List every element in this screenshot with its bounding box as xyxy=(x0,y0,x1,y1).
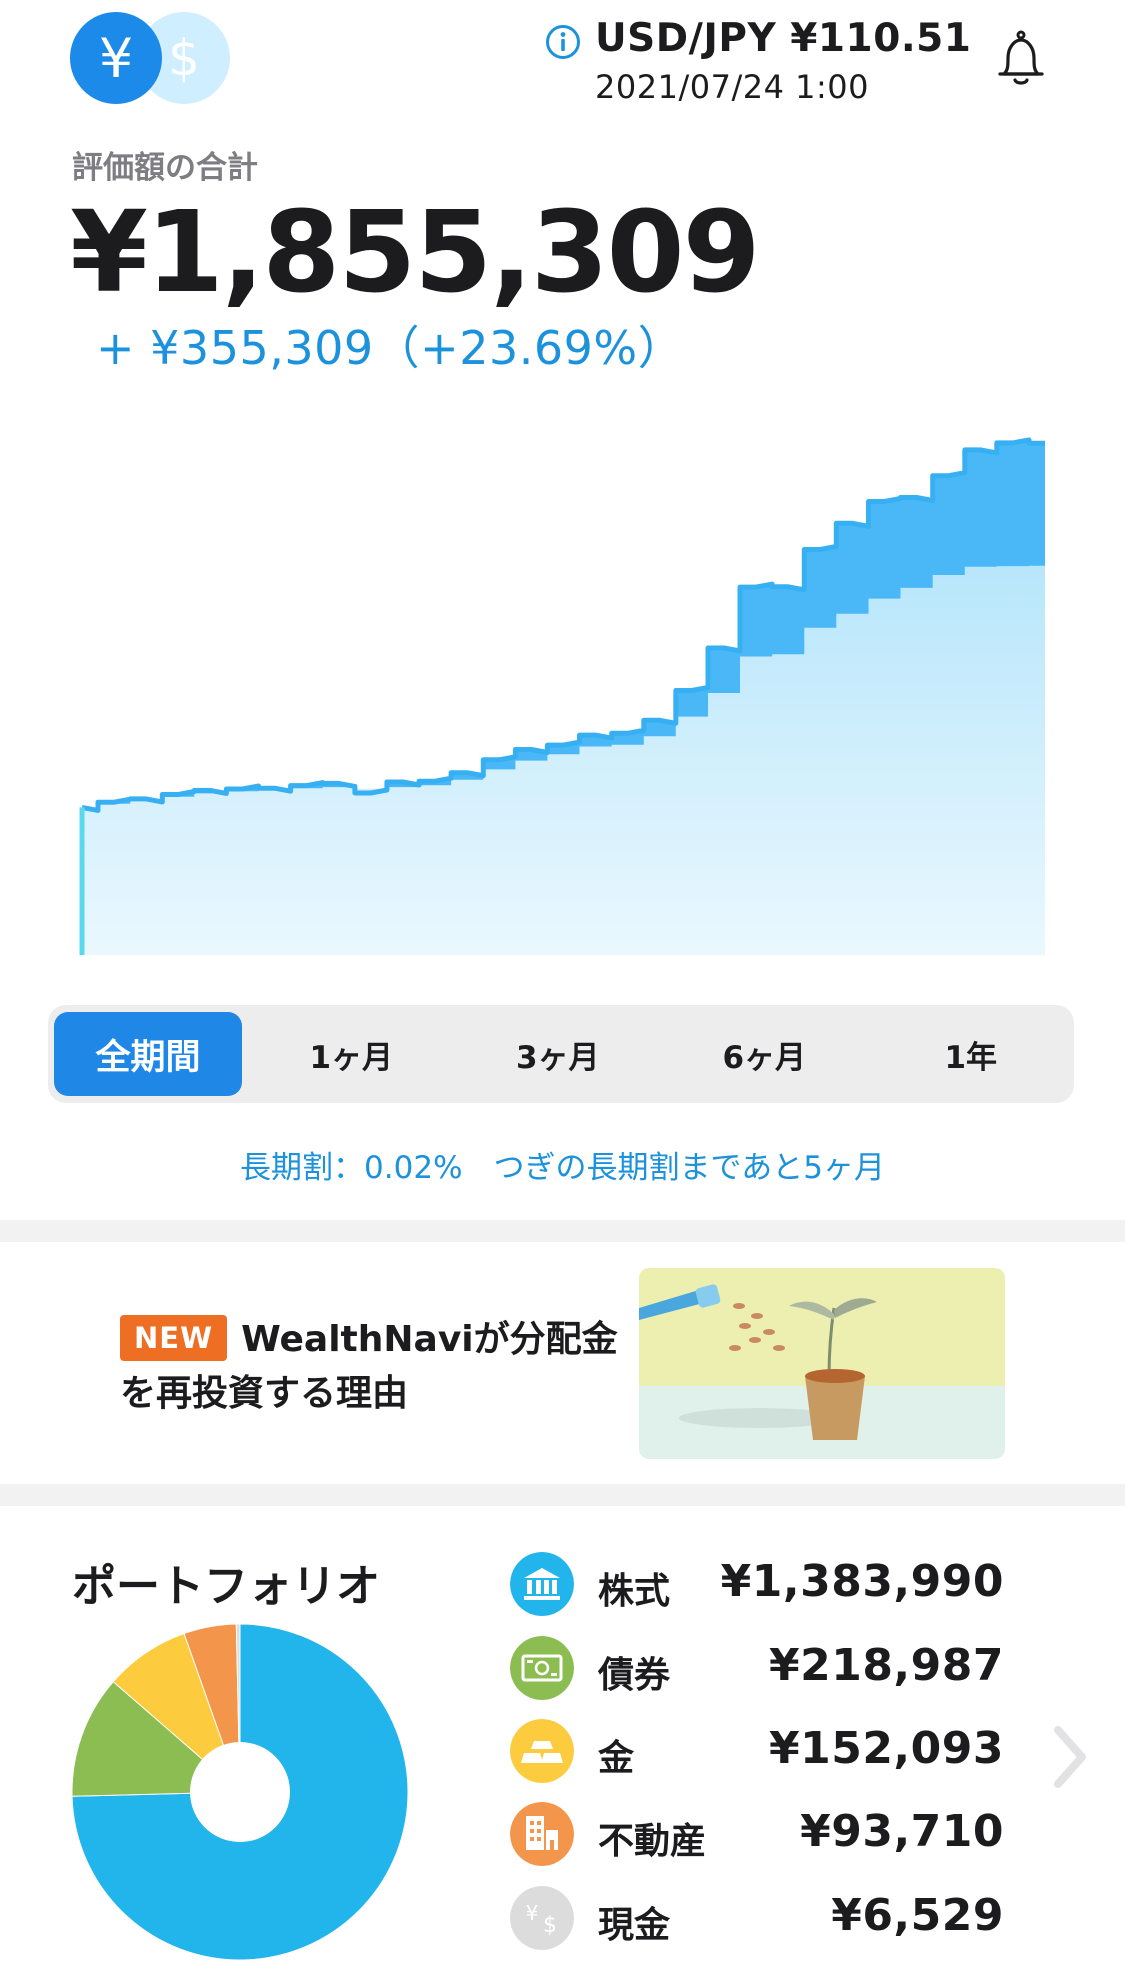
chevron-right-icon[interactable] xyxy=(1050,1722,1090,1792)
invested-area xyxy=(82,565,1045,955)
total-label: 評価額の合計 xyxy=(72,150,258,186)
asset-name: 現金 xyxy=(598,1905,671,1946)
asset-name: 株式 xyxy=(598,1571,671,1612)
building-icon xyxy=(510,1802,574,1866)
banner-image[interactable] xyxy=(639,1268,1005,1459)
asset-value: ¥1,383,990 xyxy=(720,1556,1004,1607)
banner-text[interactable]: NEW WealthNaviが分配金を再投資する理由 xyxy=(120,1313,640,1421)
asset-name: 債券 xyxy=(598,1655,671,1696)
asset-value: ¥152,093 xyxy=(768,1723,1004,1774)
dollar-icon: $ xyxy=(168,29,200,87)
tab-1-year[interactable]: 1年 xyxy=(874,1012,1069,1096)
asset-row-real-estate[interactable]: 不動産 ¥93,710 xyxy=(510,1800,1010,1870)
asset-value: ¥6,529 xyxy=(831,1890,1004,1941)
currency-toggle[interactable]: $ ¥ xyxy=(70,12,240,104)
asset-row-cash[interactable]: ¥ $ 現金 ¥6,529 xyxy=(510,1884,1010,1954)
bell-icon[interactable] xyxy=(990,28,1052,90)
total-change: + ¥355,309（+23.69%） xyxy=(96,321,685,375)
long-term-discount-notice[interactable]: 長期割：0.02% つぎの長期割まであと5ヶ月 xyxy=(0,1142,1125,1187)
asset-row-gold[interactable]: 金 ¥152,093 xyxy=(510,1717,1010,1787)
yen-icon: ¥ xyxy=(98,26,134,90)
bill-icon xyxy=(510,1636,574,1700)
exchange-rate: USD/JPY ¥110.51 xyxy=(595,16,972,61)
tab-1-month[interactable]: 1ヶ月 xyxy=(254,1012,449,1096)
period-selector[interactable]: 全期間 1ヶ月 3ヶ月 6ヶ月 1年 xyxy=(48,1005,1074,1103)
asset-row-stocks[interactable]: 株式 ¥1,383,990 xyxy=(510,1550,1010,1620)
new-badge: NEW xyxy=(120,1315,228,1361)
portfolio-title: ポートフォリオ xyxy=(72,1561,380,1612)
section-divider xyxy=(0,1220,1125,1242)
portfolio-donut-chart[interactable] xyxy=(70,1622,410,1962)
asset-value: ¥218,987 xyxy=(768,1640,1004,1691)
tab-all-period[interactable]: 全期間 xyxy=(54,1012,242,1096)
rate-timestamp: 2021/07/24 1:00 xyxy=(595,68,869,106)
gold-bars-icon xyxy=(510,1719,574,1783)
section-divider xyxy=(0,1484,1125,1506)
asset-name: 不動産 xyxy=(598,1821,707,1862)
svg-text:$: $ xyxy=(543,1913,557,1938)
exchange-rate-info[interactable]: USD/JPY ¥110.51 2021/07/24 1:00 xyxy=(545,16,971,106)
tab-3-months[interactable]: 3ヶ月 xyxy=(461,1012,656,1096)
tab-6-months[interactable]: 6ヶ月 xyxy=(667,1012,862,1096)
asset-row-bonds[interactable]: 債券 ¥218,987 xyxy=(510,1634,1010,1704)
asset-value: ¥93,710 xyxy=(800,1806,1004,1857)
cash-icon: ¥ $ xyxy=(510,1886,574,1950)
svg-text:¥: ¥ xyxy=(526,1901,539,1925)
performance-chart[interactable] xyxy=(60,400,1060,970)
info-icon xyxy=(546,25,580,59)
yen-currency-button[interactable]: ¥ xyxy=(70,12,162,104)
total-value: ¥1,855,309 xyxy=(70,188,761,318)
asset-name: 金 xyxy=(598,1738,635,1779)
bank-icon xyxy=(510,1552,574,1616)
